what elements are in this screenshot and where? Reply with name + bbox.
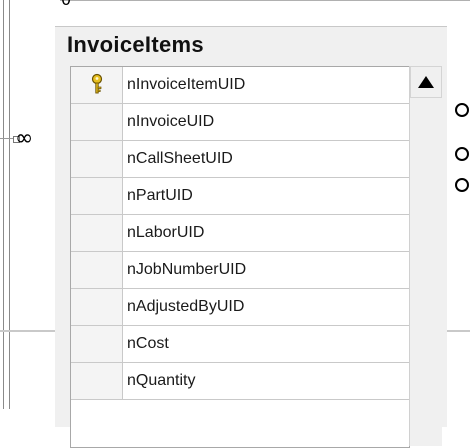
row-selector[interactable] bbox=[71, 289, 123, 325]
triangle-up-icon bbox=[418, 76, 434, 88]
diagram-top-label: 0 bbox=[61, 0, 71, 9]
row-selector[interactable] bbox=[71, 104, 123, 140]
many-cardinality-symbol: ∞ bbox=[15, 126, 34, 151]
relationship-line bbox=[0, 138, 14, 139]
table-row[interactable]: nInvoiceUID bbox=[71, 104, 409, 141]
column-name: nInvoiceUID bbox=[127, 113, 215, 130]
row-selector[interactable] bbox=[71, 215, 123, 251]
column-name: nAdjustedByUID bbox=[127, 298, 245, 315]
column-grid: nInvoiceItemUID nInvoiceUID nCallSheetUID n… bbox=[70, 66, 410, 448]
column-name: nInvoiceItemUID bbox=[127, 76, 246, 93]
table-row[interactable]: nJobNumberUID bbox=[71, 252, 409, 289]
row-selector[interactable] bbox=[71, 252, 123, 288]
column-name: nJobNumberUID bbox=[127, 261, 247, 278]
vertical-scrollbar[interactable] bbox=[409, 66, 442, 446]
row-selector[interactable] bbox=[71, 67, 123, 103]
table-row[interactable]: nAdjustedByUID bbox=[71, 289, 409, 326]
diagram-line-bottom-left bbox=[0, 330, 60, 332]
diagram-line-left-outer bbox=[3, 0, 4, 409]
scroll-up-button[interactable] bbox=[410, 66, 442, 98]
relationship-endpoint-3 bbox=[455, 178, 469, 192]
table-invoiceitems[interactable]: InvoiceItems nInvoiceItemUID nInvoiceUID n… bbox=[55, 26, 447, 448]
column-name: nLaborUID bbox=[127, 224, 205, 241]
row-selector[interactable] bbox=[71, 178, 123, 214]
row-selector[interactable] bbox=[71, 141, 123, 177]
row-selector[interactable] bbox=[71, 363, 123, 399]
column-name: nCost bbox=[127, 335, 169, 352]
table-row[interactable]: nCost bbox=[71, 326, 409, 363]
table-row[interactable]: nQuantity bbox=[71, 363, 409, 400]
table-row[interactable]: nPartUID bbox=[71, 178, 409, 215]
table-title: InvoiceItems bbox=[67, 32, 204, 57]
table-row[interactable]: nLaborUID bbox=[71, 215, 409, 252]
column-name: nQuantity bbox=[127, 372, 196, 389]
diagram-line-left-inner bbox=[9, 0, 10, 409]
table-row[interactable]: nCallSheetUID bbox=[71, 141, 409, 178]
table-row[interactable]: nInvoiceItemUID bbox=[71, 67, 409, 104]
column-name: nPartUID bbox=[127, 187, 193, 204]
row-selector[interactable] bbox=[71, 326, 123, 362]
relationship-endpoint-1 bbox=[455, 103, 469, 117]
column-name: nCallSheetUID bbox=[127, 150, 233, 167]
key-icon bbox=[91, 73, 103, 94]
diagram-line-top bbox=[60, 0, 470, 1]
relationship-endpoint-2 bbox=[455, 147, 469, 161]
